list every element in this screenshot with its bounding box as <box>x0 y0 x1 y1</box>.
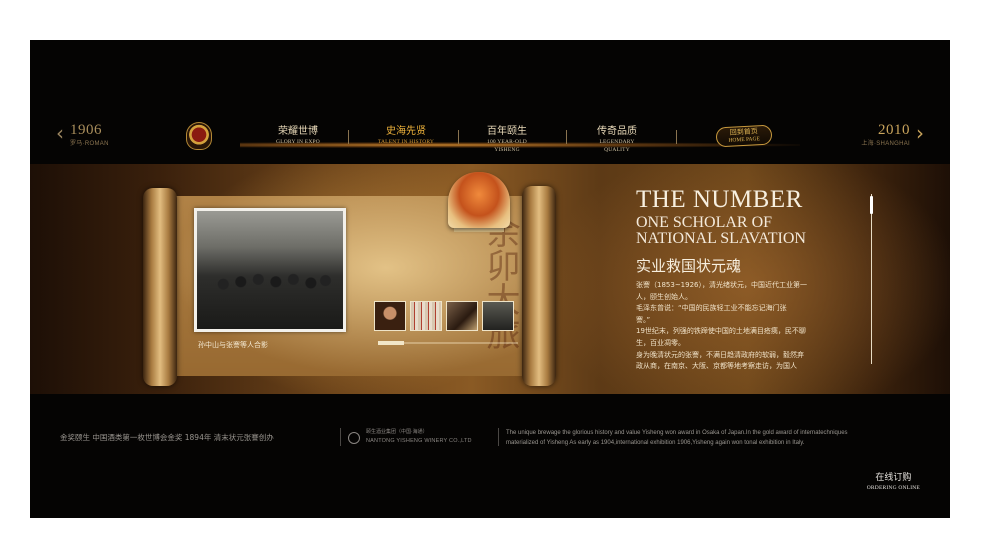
winery-name-en: NANTONG YISHENG WINERY CO.,LTD <box>366 438 472 444</box>
nav-item-label-cn: 荣耀世博 <box>278 126 318 137</box>
thumbnail-document[interactable] <box>410 301 442 331</box>
winery-logo-icon <box>348 432 360 444</box>
hero-title-line-3: NATIONAL SLAVATION <box>636 230 806 247</box>
body-line: 身为晚清状元的张謇，不满日趋清政府的软弱，毅然弃 <box>636 350 804 359</box>
body-line: 张謇（1853~1926），清光绪状元，中国近代工业第一 <box>636 281 807 289</box>
next-year-link[interactable]: 2010 上海·SHANGHAI <box>861 122 910 147</box>
next-year-place: 上海·SHANGHAI <box>861 141 910 147</box>
footer-tagline: 金奖颐生 中国酒类第一枚世博会金奖 1894年 清末状元张謇创办 <box>60 433 274 442</box>
prev-year-link[interactable]: 1906 罗马·ROMAN <box>70 122 109 147</box>
body-line: 政从商，在南京、大阪、京都等地考察走访，为国人 <box>636 362 797 371</box>
hero-subtitle-cn: 实业救国状元魂 <box>636 257 742 275</box>
footer-divider <box>498 428 499 446</box>
winery-name-cn: 颐生酒业集团（中国·海通） <box>366 429 428 435</box>
calligraphy-right-text: 余卯大旅 <box>480 214 520 350</box>
brand-logo-emblem[interactable] <box>186 122 212 150</box>
chevron-right-icon[interactable]: › <box>916 123 924 143</box>
nav-item-label-cn: 百年颐生 <box>487 126 527 137</box>
photo-caption: 孙中山与张謇等人合影 <box>198 341 268 349</box>
prev-year-place: 罗马·ROMAN <box>70 141 109 147</box>
footer-description-line: The unique brewage the glorious history … <box>506 430 848 436</box>
footer-description-line: materialized of Yisheng As early as 1904… <box>506 440 805 446</box>
footer-divider <box>340 428 341 446</box>
order-label-en: ORDERING ONLINE <box>866 485 920 491</box>
nav-divider <box>348 130 349 144</box>
scroll-roller-left <box>143 188 177 386</box>
ordering-online-link[interactable]: 在线订购 ORDERING ONLINE <box>867 473 920 492</box>
footer-description: The unique brewage the glorious history … <box>506 428 936 448</box>
nav-item-100-year-old-yisheng[interactable]: 百年颐生 100 YEAR-OLD YISHENG <box>478 126 536 154</box>
nav-item-legendary-quality[interactable]: 传奇品质 LEGENDARY QUALITY <box>586 126 648 154</box>
home-button-label-en: HOME PAGE <box>728 136 761 144</box>
page-frame: ‹ 1906 罗马·ROMAN 荣耀世博 GLORY IN EXPO 史海先贤 … <box>30 40 950 518</box>
nav-item-glory-in-expo[interactable]: 荣耀世博 GLORY IN EXPO <box>270 126 326 146</box>
hero-title-line-2: ONE SCHOLAR OF <box>636 214 773 231</box>
body-line: 毛泽东曾说：“中国的民族轻工业不能忘记海门张 <box>636 304 787 313</box>
nav-item-label-en: GLORY IN EXPO <box>276 139 320 145</box>
nav-item-label-cn: 传奇品质 <box>597 126 637 137</box>
historical-group-photo[interactable] <box>194 208 346 332</box>
hero-title-line-1: THE NUMBER <box>636 186 803 213</box>
thumbnail-group-photo[interactable] <box>482 301 514 331</box>
nav-divider <box>566 130 567 144</box>
thumbnail-portrait[interactable] <box>374 301 406 331</box>
thumbnail-scrollbar[interactable] <box>378 341 518 345</box>
body-line: 19世纪末，列强的铁蹄使中国的土地满目疮痍，民不聊 <box>636 327 806 336</box>
body-line: 生，百业凋零。 <box>636 338 685 347</box>
photo-image <box>197 211 343 329</box>
body-line: 謇。” <box>636 315 651 324</box>
home-page-button[interactable]: 回到首页 HOME PAGE <box>715 124 773 148</box>
body-line: 人，颐生创始人。 <box>636 292 692 301</box>
nav-item-label-en: TALENT IN HISTORY <box>377 139 435 145</box>
nav-item-talent-in-history[interactable]: 史海先贤 TALENT IN HISTORY <box>376 126 436 146</box>
hero-banner: 日記 余卯大旅 孙中山与张謇等人合影 THE NUMBER ONE SCHOLA… <box>30 164 950 394</box>
text-scrollbar-track[interactable] <box>871 194 872 364</box>
nav-divider <box>676 130 677 144</box>
nav-item-label-cn: 史海先贤 <box>386 126 426 137</box>
text-scrollbar-knob[interactable] <box>870 196 873 214</box>
prev-year-number: 1906 <box>70 122 102 138</box>
thumbnail-scrollbar-knob[interactable] <box>378 341 404 345</box>
hero-body-text: 张謇（1853~1926），清光绪状元，中国近代工业第一 人，颐生创始人。 毛泽… <box>636 280 862 392</box>
nav-item-label-en: 100 YEAR-OLD YISHENG <box>487 139 527 153</box>
chevron-left-icon[interactable]: ‹ <box>56 123 64 143</box>
next-year-number: 2010 <box>878 122 910 138</box>
thumbnail-artifact[interactable] <box>446 301 478 331</box>
text-scrollbar[interactable] <box>870 194 873 364</box>
nav-item-label-en: LEGENDARY QUALITY <box>599 139 635 153</box>
order-label-cn: 在线订购 <box>875 473 912 483</box>
scroll-roller-right <box>522 186 556 386</box>
top-navigation: ‹ 1906 罗马·ROMAN 荣耀世博 GLORY IN EXPO 史海先贤 … <box>30 118 950 158</box>
nav-divider <box>458 130 459 144</box>
carved-seal-image <box>448 172 510 228</box>
